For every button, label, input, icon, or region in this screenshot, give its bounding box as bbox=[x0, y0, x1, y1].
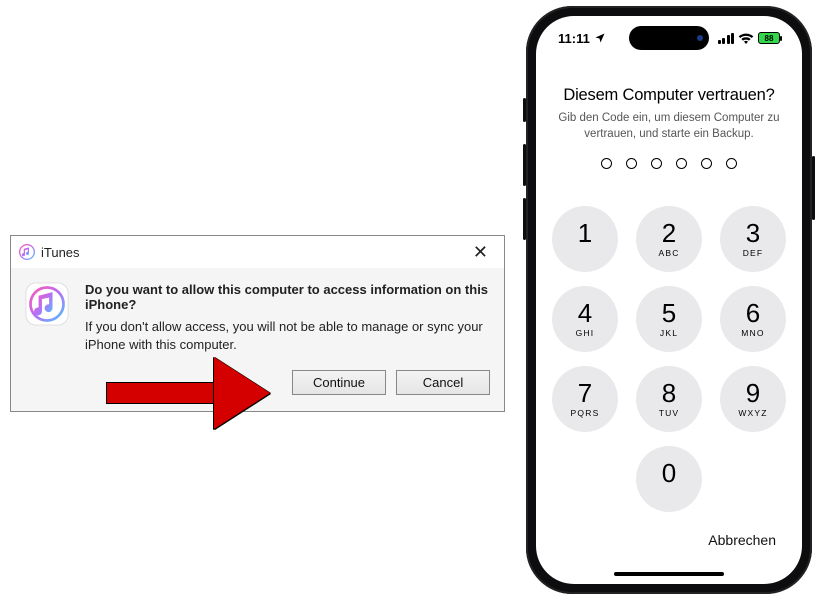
volume-down-button bbox=[523, 198, 526, 240]
key-digit: 6 bbox=[746, 300, 760, 326]
keypad-key-1[interactable]: 1 bbox=[552, 206, 618, 272]
keypad-key-0[interactable]: 0 bbox=[636, 446, 702, 512]
key-digit: 2 bbox=[662, 220, 676, 246]
status-time: 11:11 bbox=[558, 31, 590, 46]
continue-button[interactable]: Continue bbox=[292, 370, 386, 395]
cancel-button[interactable]: Cancel bbox=[396, 370, 490, 395]
dialog-title: iTunes bbox=[41, 245, 80, 260]
trust-title: Diesem Computer vertrauen? bbox=[556, 86, 782, 105]
key-letters: WXYZ bbox=[738, 408, 767, 418]
pin-entry-dots bbox=[556, 158, 782, 169]
key-digit: 5 bbox=[662, 300, 676, 326]
keypad-key-3[interactable]: 3 DEF bbox=[720, 206, 786, 272]
battery-icon: 88 bbox=[758, 32, 780, 44]
key-digit: 4 bbox=[578, 300, 592, 326]
pin-dot bbox=[726, 158, 737, 169]
trust-subtitle: Gib den Code ein, um diesem Computer zu … bbox=[556, 111, 782, 142]
phone-screen: 11:11 88 Diesem Computer vertrauen? Gib … bbox=[536, 16, 802, 584]
wifi-icon bbox=[738, 32, 754, 44]
mute-switch bbox=[523, 98, 526, 122]
itunes-icon bbox=[19, 244, 35, 260]
keypad-key-4[interactable]: 4 GHI bbox=[552, 286, 618, 352]
dialog-heading: Do you want to allow this computer to ac… bbox=[85, 282, 490, 312]
key-letters: JKL bbox=[660, 328, 678, 338]
key-digit: 9 bbox=[746, 380, 760, 406]
key-letters: MNO bbox=[741, 328, 764, 338]
close-icon[interactable]: ✕ bbox=[465, 242, 496, 263]
pin-dot bbox=[676, 158, 687, 169]
key-letters: PQRS bbox=[571, 408, 600, 418]
pin-dot bbox=[601, 158, 612, 169]
keypad-key-7[interactable]: 7 PQRS bbox=[552, 366, 618, 432]
keypad-key-5[interactable]: 5 JKL bbox=[636, 286, 702, 352]
keypad-key-2[interactable]: 2 ABC bbox=[636, 206, 702, 272]
keypad-key-8[interactable]: 8 TUV bbox=[636, 366, 702, 432]
dialog-titlebar: iTunes ✕ bbox=[11, 236, 504, 268]
volume-up-button bbox=[523, 144, 526, 186]
key-digit: 3 bbox=[746, 220, 760, 246]
key-digit: 7 bbox=[578, 380, 592, 406]
keypad-cancel-button[interactable]: Abbrechen bbox=[708, 532, 776, 548]
key-digit: 0 bbox=[662, 460, 676, 486]
signal-icon bbox=[718, 33, 735, 44]
iphone-device: 11:11 88 Diesem Computer vertrauen? Gib … bbox=[526, 6, 812, 594]
key-digit: 1 bbox=[578, 220, 592, 246]
dynamic-island bbox=[629, 26, 709, 50]
pin-dot bbox=[626, 158, 637, 169]
key-letters: TUV bbox=[659, 408, 680, 418]
key-digit: 8 bbox=[662, 380, 676, 406]
home-indicator bbox=[614, 572, 724, 577]
keypad-key-6[interactable]: 6 MNO bbox=[720, 286, 786, 352]
power-button bbox=[812, 156, 815, 220]
location-icon bbox=[594, 32, 606, 44]
key-letters: ABC bbox=[658, 248, 679, 258]
numeric-keypad: 1 2 ABC 3 DEF 4 GHI 5 JKL 6 MNO 7 PQRS 8 TUV 9 WXYZ 0 bbox=[536, 206, 802, 512]
dialog-description: If you don't allow access, you will not … bbox=[85, 318, 490, 354]
pin-dot bbox=[701, 158, 712, 169]
keypad-key-9[interactable]: 9 WXYZ bbox=[720, 366, 786, 432]
key-letters: GHI bbox=[576, 328, 595, 338]
itunes-app-icon bbox=[25, 282, 69, 326]
pin-dot bbox=[651, 158, 662, 169]
key-letters: DEF bbox=[743, 248, 764, 258]
itunes-trust-dialog: iTunes ✕ Do you want to allow this compu… bbox=[10, 235, 505, 412]
